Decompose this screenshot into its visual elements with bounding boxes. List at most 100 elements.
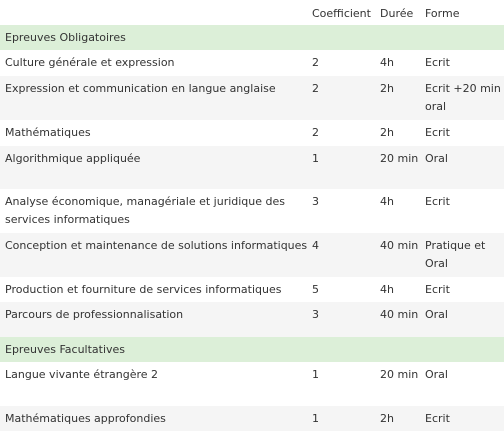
forme-value: Oral <box>425 152 448 165</box>
subject-value: Mathématiques <box>5 126 91 139</box>
cell-coefficient: 3 <box>312 189 380 233</box>
cell-coefficient: 1 <box>312 146 380 189</box>
cell-forme: Oral <box>425 302 504 337</box>
forme-value: Ecrit +20 min oral <box>425 82 501 113</box>
coefficient-value: 2 <box>312 56 319 69</box>
cell-coefficient: 2 <box>312 50 380 76</box>
section-row: Epreuves Obligatoires <box>0 25 504 50</box>
cell-forme: Ecrit <box>425 120 504 146</box>
forme-value: Ecrit <box>425 412 450 425</box>
table-row: Parcours de professionnalisation 3 40 min O… <box>0 302 504 337</box>
duree-value: 4h <box>380 195 394 208</box>
cell-subject: Mathématiques <box>0 120 312 146</box>
cell-coefficient: 2 <box>312 120 380 146</box>
table-header: Coefficient Durée Forme <box>0 0 504 25</box>
subject-value: Langue vivante étrangère 2 <box>5 368 159 381</box>
cell-forme: Pratique et Oral <box>425 233 504 277</box>
table-row: Langue vivante étrangère 2 1 20 min Oral <box>0 362 504 406</box>
subject-value: Culture générale et expression <box>5 56 175 69</box>
duree-value: 40 min <box>380 239 419 252</box>
cell-forme: Ecrit +20 min oral <box>425 76 504 120</box>
table-row: Production et fourniture de services inf… <box>0 277 504 302</box>
cell-duree: 4h <box>380 50 425 76</box>
subject-value: Algorithmique appliquée <box>5 152 141 165</box>
subject-value: Production et fourniture de services inf… <box>5 283 282 296</box>
cell-subject: Parcours de professionnalisation <box>0 302 312 337</box>
forme-value: Ecrit <box>425 283 450 296</box>
section-cell: Epreuves Obligatoires <box>0 25 504 50</box>
cell-duree: 2h <box>380 120 425 146</box>
duree-value: 20 min <box>380 368 419 381</box>
header-row: Coefficient Durée Forme <box>0 0 504 25</box>
cell-coefficient: 2 <box>312 76 380 120</box>
cell-subject: Analyse économique, managériale et jurid… <box>0 189 312 233</box>
cell-duree: 4h <box>380 277 425 302</box>
exam-table: Coefficient Durée Forme Epreuves Obligat… <box>0 0 504 431</box>
cell-forme: Ecrit <box>425 406 504 431</box>
forme-value: Ecrit <box>425 126 450 139</box>
table-row: Algorithmique appliquée 1 20 min Oral <box>0 146 504 189</box>
cell-subject: Expression et communication en langue an… <box>0 76 312 120</box>
forme-value: Ecrit <box>425 195 450 208</box>
cell-forme: Ecrit <box>425 50 504 76</box>
table-body: Epreuves Obligatoires Culture générale et… <box>0 25 504 431</box>
table-row: Conception et maintenance de solutions i… <box>0 233 504 277</box>
cell-coefficient: 1 <box>312 406 380 431</box>
cell-duree: 40 min <box>380 233 425 277</box>
coefficient-value: 4 <box>312 239 319 252</box>
section-cell: Epreuves Facultatives <box>0 337 504 362</box>
duree-value: 4h <box>380 56 394 69</box>
table-row: Culture générale et expression 2 4h Ecrit <box>0 50 504 76</box>
cell-subject: Langue vivante étrangère 2 <box>0 362 312 406</box>
cell-subject: Algorithmique appliquée <box>0 146 312 189</box>
subject-value: Conception et maintenance de solutions i… <box>5 239 308 252</box>
coefficient-value: 5 <box>312 283 319 296</box>
section-title: Epreuves Obligatoires <box>5 31 126 44</box>
cell-coefficient: 3 <box>312 302 380 337</box>
coefficient-value: 1 <box>312 412 319 425</box>
coefficient-value: 1 <box>312 152 319 165</box>
forme-value: Oral <box>425 368 448 381</box>
duree-value: 20 min <box>380 152 419 165</box>
section-row: Epreuves Facultatives <box>0 337 504 362</box>
duree-value: 40 min <box>380 308 419 321</box>
duree-value: 4h <box>380 283 394 296</box>
subject-value: Expression et communication en langue an… <box>5 82 276 95</box>
cell-subject: Culture générale et expression <box>0 50 312 76</box>
duree-value: 2h <box>380 82 394 95</box>
coefficient-value: 3 <box>312 308 319 321</box>
header-forme: Forme <box>425 7 460 20</box>
section-title: Epreuves Facultatives <box>5 343 126 356</box>
cell-subject: Production et fourniture de services inf… <box>0 277 312 302</box>
forme-value: Oral <box>425 308 448 321</box>
cell-coefficient: 5 <box>312 277 380 302</box>
cell-duree: 20 min <box>380 146 425 189</box>
subject-value: Parcours de professionnalisation <box>5 308 184 321</box>
header-coefficient: Coefficient <box>312 7 371 20</box>
header-subject <box>0 0 312 25</box>
cell-duree: 20 min <box>380 362 425 406</box>
table-row: Expression et communication en langue an… <box>0 76 504 120</box>
cell-coefficient: 1 <box>312 362 380 406</box>
table-row: Mathématiques 2 2h Ecrit <box>0 120 504 146</box>
cell-forme: Oral <box>425 146 504 189</box>
subject-value: Mathématiques approfondies <box>5 412 166 425</box>
cell-subject: Conception et maintenance de solutions i… <box>0 233 312 277</box>
coefficient-value: 1 <box>312 368 319 381</box>
coefficient-value: 2 <box>312 126 319 139</box>
cell-forme: Ecrit <box>425 277 504 302</box>
coefficient-value: 3 <box>312 195 319 208</box>
forme-value: Ecrit <box>425 56 450 69</box>
cell-duree: 40 min <box>380 302 425 337</box>
table-row: Analyse économique, managériale et jurid… <box>0 189 504 233</box>
duree-value: 2h <box>380 412 394 425</box>
subject-value: Analyse économique, managériale et jurid… <box>5 195 286 226</box>
cell-duree: 2h <box>380 406 425 431</box>
cell-forme: Ecrit <box>425 189 504 233</box>
coefficient-value: 2 <box>312 82 319 95</box>
cell-subject: Mathématiques approfondies <box>0 406 312 431</box>
table-row: Mathématiques approfondies 1 2h Ecrit <box>0 406 504 431</box>
duree-value: 2h <box>380 126 394 139</box>
forme-value: Pratique et Oral <box>425 239 486 270</box>
header-duree: Durée <box>380 7 414 20</box>
